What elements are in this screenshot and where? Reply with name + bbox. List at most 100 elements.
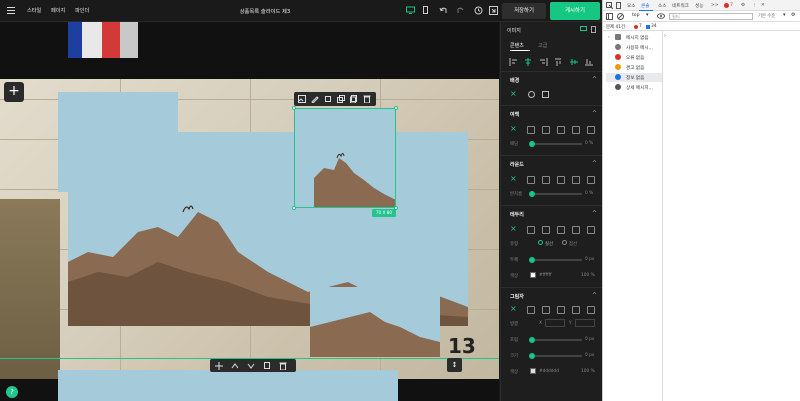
border-all-icon[interactable] bbox=[527, 226, 535, 234]
move-down-icon[interactable] bbox=[247, 362, 255, 370]
padding-slider[interactable] bbox=[529, 141, 582, 147]
device-toolbar-icon[interactable] bbox=[616, 2, 623, 9]
crop-icon[interactable] bbox=[324, 95, 332, 103]
duplicate-icon[interactable] bbox=[350, 95, 358, 103]
radius-tr-icon[interactable] bbox=[557, 176, 565, 184]
section-resize-icon[interactable]: ↕ bbox=[447, 358, 462, 372]
radio-solid[interactable] bbox=[538, 240, 543, 245]
menu-style[interactable]: 스타일 bbox=[27, 7, 41, 14]
desktop-view-icon[interactable] bbox=[406, 6, 415, 15]
editor-canvas[interactable]: 13 70 X 80 + ↕ ? bbox=[0, 22, 499, 401]
mountain-image-next-slide[interactable] bbox=[58, 370, 398, 401]
inspect-element-icon[interactable] bbox=[606, 2, 613, 9]
shadow-color-value[interactable]: #dddddd bbox=[539, 369, 559, 374]
error-count-badge[interactable]: 7 bbox=[730, 3, 733, 8]
border-custom-icon[interactable] bbox=[587, 226, 595, 234]
close-devtools-icon[interactable]: ✕ bbox=[761, 3, 765, 8]
collapse-chevron-icon[interactable]: ^ bbox=[592, 292, 597, 299]
more-tabs-button[interactable]: >> bbox=[711, 3, 719, 8]
shadow-bl-icon[interactable] bbox=[572, 306, 580, 314]
collapse-chevron-icon[interactable]: ^ bbox=[592, 76, 597, 83]
shadow-center-icon[interactable] bbox=[527, 306, 535, 314]
border-color-opacity[interactable]: 100 % bbox=[581, 273, 595, 278]
tab-network[interactable]: 네트워크 bbox=[672, 3, 689, 9]
clear-console-icon[interactable] bbox=[617, 13, 624, 20]
issues-info-count[interactable]: 34 bbox=[651, 24, 657, 29]
shadow-y-input[interactable] bbox=[575, 319, 595, 327]
history-icon[interactable] bbox=[474, 6, 483, 15]
bg-none-icon[interactable]: × bbox=[510, 90, 517, 98]
sidebar-item-verbose[interactable]: 상세 메시지... bbox=[606, 83, 662, 92]
shadow-none-icon[interactable]: × bbox=[510, 305, 517, 313]
context-selector[interactable]: top bbox=[632, 13, 640, 18]
settings-icon[interactable]: ⚙ bbox=[741, 3, 745, 8]
bg-image-icon[interactable] bbox=[542, 91, 549, 98]
border-top-icon[interactable] bbox=[542, 226, 550, 234]
resize-handle-tl[interactable] bbox=[292, 106, 296, 110]
redo-icon[interactable] bbox=[456, 6, 465, 15]
tab-console[interactable]: 콘솔 bbox=[641, 3, 649, 9]
help-button[interactable]: ? bbox=[6, 386, 18, 398]
hamburger-menu-icon[interactable] bbox=[7, 7, 15, 14]
add-section-icon[interactable] bbox=[215, 362, 223, 370]
sidebar-item-errors[interactable]: 오류 없음 bbox=[606, 53, 662, 62]
sidebar-item-user-messages[interactable]: 사용자 메시... bbox=[606, 43, 662, 52]
live-expression-eye-icon[interactable] bbox=[657, 13, 665, 19]
layers-icon[interactable] bbox=[337, 95, 345, 103]
move-up-icon[interactable] bbox=[231, 362, 239, 370]
radius-tl-icon[interactable] bbox=[542, 176, 550, 184]
border-color-swatch[interactable] bbox=[530, 272, 536, 278]
mobile-view-icon[interactable] bbox=[423, 6, 429, 15]
console-expand-icon[interactable]: › bbox=[664, 33, 666, 39]
shadow-tr-icon[interactable] bbox=[557, 306, 565, 314]
menu-page[interactable]: 페이지 bbox=[51, 7, 65, 14]
shadow-color-swatch[interactable] bbox=[530, 368, 536, 374]
border-width-slider[interactable] bbox=[529, 257, 582, 263]
resize-handle-tr[interactable] bbox=[394, 106, 398, 110]
shadow-br-icon[interactable] bbox=[587, 306, 595, 314]
resize-handle-bl[interactable] bbox=[292, 206, 296, 210]
collapse-chevron-icon[interactable]: ^ bbox=[592, 210, 597, 217]
sidebar-toggle-icon[interactable] bbox=[606, 13, 613, 20]
panel-desktop-icon[interactable] bbox=[580, 26, 587, 33]
mountain-image-layer-4[interactable] bbox=[310, 287, 440, 357]
copy-section-icon[interactable] bbox=[263, 362, 271, 370]
shadow-size-slider[interactable] bbox=[529, 353, 582, 359]
margin-all-icon[interactable] bbox=[527, 126, 535, 134]
margin-top-icon[interactable] bbox=[542, 126, 550, 134]
border-side-icon[interactable] bbox=[557, 226, 565, 234]
shadow-color-opacity[interactable]: 100 % bbox=[581, 369, 595, 374]
sidebar-item-messages[interactable]: › 메시지 없음 bbox=[606, 33, 662, 42]
tab-performance[interactable]: 성능 bbox=[695, 3, 703, 9]
document-title[interactable]: 상품목록 슬라이드 제3 bbox=[210, 7, 320, 15]
radio-dashed[interactable] bbox=[562, 240, 567, 245]
margin-none-icon[interactable]: × bbox=[510, 125, 517, 133]
radius-all-icon[interactable] bbox=[527, 176, 535, 184]
border-bottom-icon[interactable] bbox=[572, 226, 580, 234]
sidebar-item-warnings[interactable]: 경고 없음 bbox=[606, 63, 662, 72]
delete-icon[interactable] bbox=[363, 95, 371, 103]
issues-label[interactable]: 문제 41건: bbox=[606, 24, 627, 30]
console-filter-input[interactable]: 필터 bbox=[669, 13, 753, 20]
context-dropdown-icon[interactable]: ▾ bbox=[646, 12, 649, 18]
margin-side-icon[interactable] bbox=[557, 126, 565, 134]
flag-thumbnail-image[interactable] bbox=[68, 22, 138, 58]
radius-br-icon[interactable] bbox=[587, 176, 595, 184]
margin-bottom-icon[interactable] bbox=[572, 126, 580, 134]
issues-error-count[interactable]: 7 bbox=[639, 24, 642, 29]
border-color-value[interactable]: #ffffff bbox=[539, 273, 551, 278]
add-element-button[interactable]: + bbox=[4, 82, 24, 102]
tab-elements[interactable]: 요소 bbox=[627, 3, 635, 9]
image-replace-icon[interactable] bbox=[298, 95, 306, 103]
tab-advanced[interactable]: 고급 bbox=[538, 42, 547, 49]
tab-content[interactable]: 콘텐츠 bbox=[510, 42, 524, 49]
radius-bl-icon[interactable] bbox=[572, 176, 580, 184]
log-level-dropdown-icon[interactable]: ▾ bbox=[783, 12, 786, 18]
collapse-chevron-icon[interactable]: ^ bbox=[592, 160, 597, 167]
selection-frame[interactable] bbox=[294, 108, 396, 208]
sidebar-item-info[interactable]: 정보 없음 bbox=[606, 73, 662, 82]
preview-icon[interactable] bbox=[489, 6, 498, 15]
radius-none-icon[interactable]: × bbox=[510, 175, 517, 183]
bg-color-icon[interactable] bbox=[528, 91, 535, 98]
publish-button[interactable]: 게시하기 bbox=[550, 2, 600, 20]
